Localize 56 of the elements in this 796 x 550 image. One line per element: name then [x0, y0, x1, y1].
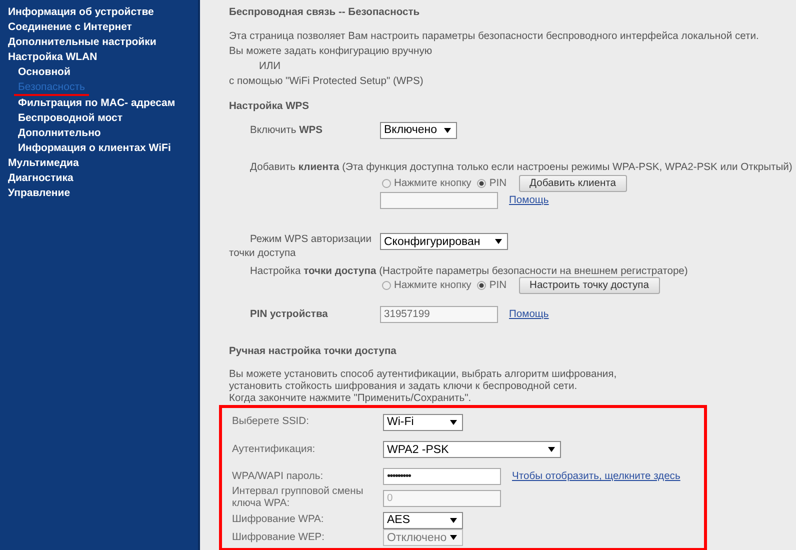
nav-item[interactable]: Дополнительно	[0, 126, 101, 141]
intro-text: ИЛИ	[258, 60, 281, 74]
field-label: Аутентификация:	[232, 444, 316, 456]
add-client-button[interactable]: Добавить клиента	[518, 174, 628, 192]
caret-icon	[450, 535, 457, 540]
field-label: Шифрование WEP:	[232, 532, 326, 544]
section-heading: Ручная настройка точки доступа	[229, 346, 398, 357]
dropdown[interactable]: WPA2 -PSK	[383, 441, 561, 458]
caret-icon	[450, 420, 457, 424]
radio-option[interactable]: PIN	[477, 178, 507, 188]
field-label: Шифрование WPA:	[232, 514, 325, 526]
radio-option[interactable]: Нажмите кнопку	[382, 178, 472, 188]
password-input[interactable]: •••••••••	[383, 468, 501, 485]
description-text: Когда закончите нажмите "Применить/Сохранить".	[229, 393, 472, 405]
nav-item[interactable]: Управление	[0, 186, 70, 201]
field-label: PIN устройства	[249, 308, 329, 320]
radio-option[interactable]: PIN	[477, 280, 507, 290]
nav-item[interactable]: Диагностика	[0, 171, 74, 186]
dropdown[interactable]: AES	[383, 512, 463, 528]
nav-item[interactable]: Фильтрация по MAC- адресам	[0, 96, 176, 111]
nav-item[interactable]: Информация об устройстве	[0, 5, 154, 20]
caret-icon	[450, 518, 457, 522]
intro-text: Вы можете задать конфигурацию вручную	[229, 45, 432, 59]
nav-item[interactable]: Информация о клиентах WiFi	[0, 141, 171, 156]
field-label: Интервал групповой смены ключа WPA:	[232, 486, 364, 510]
section-heading: Настройка WPS	[229, 101, 310, 112]
field-label: WPA/WAPI пароль:	[232, 470, 324, 482]
description-text: Вы можете установить способ аутентификации, выбрать алгоритм шифрования,	[229, 369, 617, 381]
dropdown[interactable]: Сконфигурирован	[380, 233, 508, 250]
pin-input[interactable]	[380, 192, 498, 208]
nav-item[interactable]: Дополнительные настройки	[0, 35, 156, 50]
field-label: Включить WPS	[249, 124, 324, 136]
nav-item[interactable]: Соединение с Интернет	[0, 20, 132, 35]
intro-text: Эта страница позволяет Вам настроить параметры безопасности беспроводного интерфейса локальной сети.	[229, 30, 759, 44]
field-label: Выберете SSID:	[232, 416, 310, 428]
nav-item[interactable]: Беспроводной мост	[0, 111, 123, 126]
field-label: Настройка точки доступа (Настройте параметры безопасности на внешнем регистраторе)	[249, 266, 688, 277]
field-label: Режим WPS авторизации точки доступа	[229, 233, 373, 261]
intro-text: с помощью "WiFi Protected Setup" (WPS)	[229, 75, 424, 89]
description-text: установить стойкость шифрования и задать ключи к беспроводной сети.	[229, 381, 578, 393]
device-pin-input[interactable]: 31957199	[380, 306, 498, 322]
dropdown[interactable]: Wi-Fi	[383, 414, 463, 430]
nav-item[interactable]: Мультимедиа	[0, 156, 79, 171]
configure-access-point-button[interactable]: Настроить точку доступа	[518, 276, 660, 294]
dropdown[interactable]: Включено	[380, 122, 457, 138]
caret-icon	[444, 128, 451, 132]
show-password-link[interactable]: Чтобы отобразить, щелкните здесь	[512, 471, 680, 482]
nav-item[interactable]: Основной	[0, 65, 70, 80]
caret-icon	[495, 239, 502, 244]
nav-item[interactable]: Настройка WLAN	[0, 50, 98, 65]
field-label: Добавить клиента (Эта функция доступна только если настроены режимы WPA-PSK, WPA2-PSK или Открытый)	[249, 161, 792, 175]
page-title: Беспроводная связь -- Безопасность	[229, 6, 421, 20]
help-link[interactable]: Помощь	[509, 194, 549, 206]
help-link[interactable]: Помощь	[509, 308, 549, 320]
radio-option[interactable]: Нажмите кнопку	[382, 280, 472, 290]
caret-icon	[548, 447, 555, 452]
